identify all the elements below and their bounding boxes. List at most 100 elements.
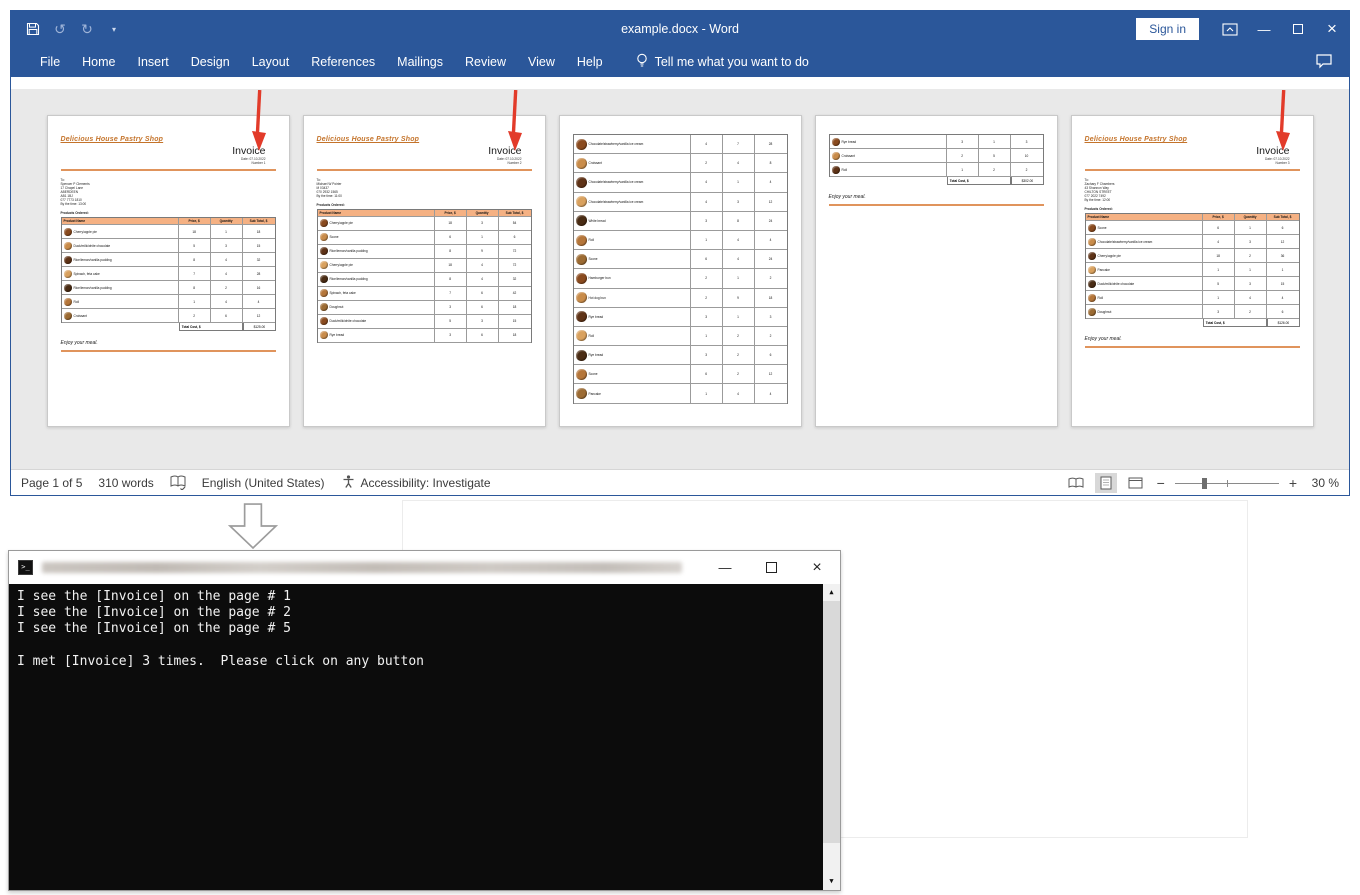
console-output[interactable]: I see the [Invoice] on the page # 1I see… bbox=[9, 584, 840, 890]
ribbon-tab-references[interactable]: References bbox=[300, 47, 386, 77]
ribbon-tab-view[interactable]: View bbox=[517, 47, 566, 77]
pastry-image bbox=[1088, 280, 1096, 288]
sign-in-button[interactable]: Sign in bbox=[1136, 18, 1199, 40]
zoom-slider-thumb[interactable] bbox=[1202, 478, 1207, 489]
product-name: Scone bbox=[589, 257, 598, 261]
word-count[interactable]: 310 words bbox=[98, 476, 153, 490]
product-row: Scone616 bbox=[318, 231, 531, 245]
document-page-1[interactable]: Delicious House Pastry ShopInvoiceDate: … bbox=[47, 115, 290, 427]
language-indicator[interactable]: English (United States) bbox=[202, 476, 325, 490]
price-cell: 4 bbox=[691, 135, 723, 153]
header-cell: Sub Total, $ bbox=[243, 218, 275, 224]
quantity-cell: 2 bbox=[1235, 249, 1267, 262]
product-name: Duck/milk/white chocolate bbox=[74, 244, 111, 248]
pastry-image bbox=[576, 235, 587, 246]
subtotal-cell: 42 bbox=[499, 287, 531, 300]
product-name: Pancake bbox=[589, 392, 601, 396]
page-indicator[interactable]: Page 1 of 5 bbox=[21, 476, 82, 490]
ribbon-tab-file[interactable]: File bbox=[29, 47, 71, 77]
product-name: Chocolate/strawberry/vanilla ice cream bbox=[589, 180, 644, 184]
subtotal-cell: 18 bbox=[499, 301, 531, 314]
price-cell: 4 bbox=[691, 193, 723, 211]
maximize-icon bbox=[1293, 24, 1303, 34]
ribbon-tab-layout[interactable]: Layout bbox=[241, 47, 301, 77]
console-close-button[interactable]: × bbox=[794, 551, 840, 584]
pastry-image bbox=[832, 138, 840, 146]
product-name-cell: Croissant bbox=[574, 154, 691, 172]
product-name: Hot dog bun bbox=[589, 296, 606, 300]
products-table: Chocolate/strawberry/vanilla ice cream47… bbox=[573, 134, 788, 404]
header-cell: Price, $ bbox=[1203, 214, 1235, 220]
console-line: I see the [Invoice] on the page # 5 bbox=[17, 621, 815, 637]
redo-icon[interactable]: ↻ bbox=[79, 21, 95, 37]
comments-icon[interactable] bbox=[1315, 53, 1333, 74]
minimize-button[interactable]: — bbox=[1247, 11, 1281, 47]
quantity-cell: 5 bbox=[979, 149, 1011, 162]
document-page-4[interactable]: Rye bread313Croissant2510Roll122Total Co… bbox=[815, 115, 1058, 427]
header-cell: Quantity bbox=[467, 210, 499, 216]
pastry-image bbox=[576, 196, 587, 207]
document-page-5[interactable]: Delicious House Pastry ShopInvoiceDate: … bbox=[1071, 115, 1314, 427]
pastry-image bbox=[832, 152, 840, 160]
document-page-2[interactable]: Delicious House Pastry ShopInvoiceDate: … bbox=[303, 115, 546, 427]
product-name-cell: Roll bbox=[574, 327, 691, 345]
undo-icon[interactable]: ↺ bbox=[52, 21, 68, 37]
product-row: Rice/lemon/vanilla pudding8216 bbox=[62, 281, 275, 295]
maximize-button[interactable] bbox=[1281, 11, 1315, 47]
ribbon-tab-help[interactable]: Help bbox=[566, 47, 614, 77]
subtotal-cell: 2 bbox=[755, 327, 787, 345]
document-page-3[interactable]: Chocolate/strawberry/vanilla ice cream47… bbox=[559, 115, 802, 427]
save-icon[interactable] bbox=[25, 21, 41, 37]
console-maximize-button[interactable] bbox=[748, 551, 794, 584]
product-name-cell: Chocolate/strawberry/vanilla ice cream bbox=[574, 173, 691, 191]
price-cell: 1 bbox=[691, 384, 723, 402]
print-layout-button[interactable] bbox=[1095, 473, 1117, 493]
console-scrollbar[interactable]: ▲ ▼ bbox=[823, 584, 840, 890]
scroll-up-icon[interactable]: ▲ bbox=[823, 584, 840, 601]
product-name: Scone bbox=[330, 235, 339, 239]
product-name-cell: Spinach, feta cake bbox=[62, 267, 179, 280]
close-button[interactable]: × bbox=[1315, 11, 1349, 47]
total-cost-label: Total Cost, $ bbox=[1203, 319, 1268, 327]
subtotal-cell: 2 bbox=[1011, 163, 1043, 176]
scroll-down-icon[interactable]: ▼ bbox=[823, 873, 840, 890]
header-cell: Quantity bbox=[211, 218, 243, 224]
scrollbar-thumb[interactable] bbox=[823, 601, 840, 843]
console-line: I see the [Invoice] on the page # 2 bbox=[17, 605, 815, 621]
ribbon-tab-home[interactable]: Home bbox=[71, 47, 126, 77]
product-name-cell: Doughnut bbox=[1086, 305, 1203, 318]
tell-me-box[interactable]: Tell me what you want to do bbox=[636, 53, 809, 71]
product-name: Chocolate/strawberry/vanilla ice cream bbox=[589, 200, 644, 204]
products-ordered-label: Products Ordered: bbox=[1085, 207, 1300, 211]
subtotal-cell: 24 bbox=[755, 212, 787, 230]
accessibility-status[interactable]: Accessibility: Investigate bbox=[341, 474, 491, 492]
quantity-cell: 1 bbox=[1235, 221, 1267, 234]
zoom-slider[interactable] bbox=[1175, 476, 1279, 490]
quantity-cell: 1 bbox=[723, 173, 755, 191]
product-row: Pancake144 bbox=[574, 384, 787, 403]
ribbon-tab-review[interactable]: Review bbox=[454, 47, 517, 77]
total-cost-value: $126.00 bbox=[1267, 319, 1299, 327]
customize-quick-access-icon[interactable]: ▾ bbox=[106, 21, 122, 37]
product-row: Croissant248 bbox=[574, 154, 787, 173]
read-mode-button[interactable] bbox=[1065, 473, 1087, 493]
zoom-level[interactable]: 30 % bbox=[1307, 476, 1339, 490]
subtotal-cell: 10 bbox=[1011, 149, 1043, 162]
product-name: Pancake bbox=[1098, 268, 1110, 272]
total-row: Total Cost, $$126.00 bbox=[1085, 319, 1300, 327]
pastry-image bbox=[576, 369, 587, 380]
price-cell: 18 bbox=[435, 217, 467, 230]
invoice-title: Invoice bbox=[317, 145, 522, 157]
ribbon-display-options-icon[interactable] bbox=[1213, 11, 1247, 47]
proofing-icon[interactable] bbox=[170, 475, 186, 490]
ribbon-tab-design[interactable]: Design bbox=[180, 47, 241, 77]
ribbon-tab-insert[interactable]: Insert bbox=[127, 47, 180, 77]
product-row: Cherry/apple pie18236 bbox=[1086, 249, 1299, 263]
web-layout-button[interactable] bbox=[1125, 473, 1147, 493]
product-row: Croissant2612 bbox=[62, 309, 275, 323]
zoom-in-button[interactable]: + bbox=[1287, 475, 1299, 491]
ribbon-tab-mailings[interactable]: Mailings bbox=[386, 47, 454, 77]
console-minimize-button[interactable]: — bbox=[702, 551, 748, 584]
pastry-image bbox=[64, 242, 72, 250]
zoom-out-button[interactable]: − bbox=[1155, 475, 1167, 491]
